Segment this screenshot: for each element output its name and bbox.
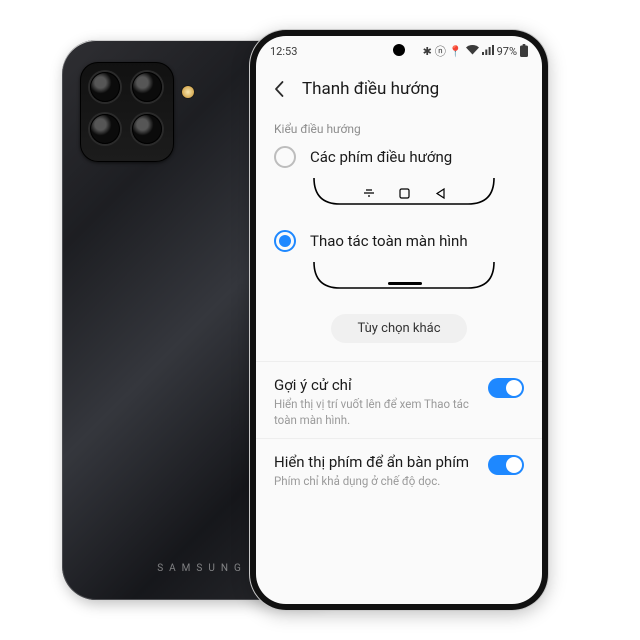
- chevron-left-icon: [271, 80, 289, 98]
- more-options-label: Tùy chọn khác: [357, 321, 440, 336]
- camera-flash-icon: [182, 86, 194, 98]
- toggle-on-icon[interactable]: [488, 455, 524, 475]
- camera-lens-icon: [132, 114, 162, 144]
- nav-buttons-diagram: [304, 174, 524, 212]
- row-show-keyboard-button[interactable]: Hiển thị phím để ẩn bàn phím Phím chỉ kh…: [274, 439, 524, 500]
- status-battery-text: 97%: [497, 45, 517, 58]
- location-icon: 📍: [449, 46, 463, 57]
- toggle-on-icon[interactable]: [488, 378, 524, 398]
- gestures-diagram: [304, 258, 524, 296]
- app-header: Thanh điều hướng: [256, 66, 542, 112]
- row-desc: Hiển thị vị trí vuốt lên để xem Thao tác…: [274, 397, 478, 428]
- phone-front-device: 12:53 ✱ ⓝ 📍 97%: [250, 30, 548, 610]
- option-fullscreen-gestures[interactable]: Thao tác toàn màn hình: [274, 230, 524, 252]
- row-title: Hiển thị phím để ẩn bàn phím: [274, 453, 478, 471]
- camera-lens-icon: [90, 114, 120, 144]
- option-nav-buttons[interactable]: Các phím điều hướng: [274, 146, 524, 168]
- radio-selected-icon: [274, 230, 296, 252]
- settings-content: Kiểu điều hướng Các phím điều hướng: [256, 118, 542, 604]
- row-title: Gợi ý cử chỉ: [274, 376, 478, 394]
- more-options-button[interactable]: Tùy chọn khác: [331, 314, 466, 343]
- status-bar: 12:53 ✱ ⓝ 📍 97%: [256, 36, 542, 66]
- page-title: Thanh điều hướng: [302, 79, 439, 99]
- camera-lens-icon: [90, 72, 120, 102]
- camera-module: [80, 62, 174, 162]
- nfc-icon: ⓝ: [435, 46, 446, 57]
- section-label: Kiểu điều hướng: [274, 122, 524, 136]
- row-gesture-hint[interactable]: Gợi ý cử chỉ Hiển thị vị trí vuốt lên để…: [274, 362, 524, 438]
- phone-screen: 12:53 ✱ ⓝ 📍 97%: [256, 36, 542, 604]
- signal-icon: [482, 45, 494, 57]
- option-label: Thao tác toàn màn hình: [310, 232, 468, 250]
- vibrate-icon: ✱: [423, 46, 432, 57]
- radio-unselected-icon: [274, 146, 296, 168]
- back-button[interactable]: [266, 75, 294, 103]
- wifi-icon: [466, 45, 479, 57]
- option-label: Các phím điều hướng: [310, 148, 452, 166]
- battery-icon: [520, 44, 528, 59]
- status-time: 12:53: [270, 45, 297, 58]
- row-desc: Phím chỉ khả dụng ở chế độ dọc.: [274, 474, 478, 490]
- camera-lens-icon: [132, 72, 162, 102]
